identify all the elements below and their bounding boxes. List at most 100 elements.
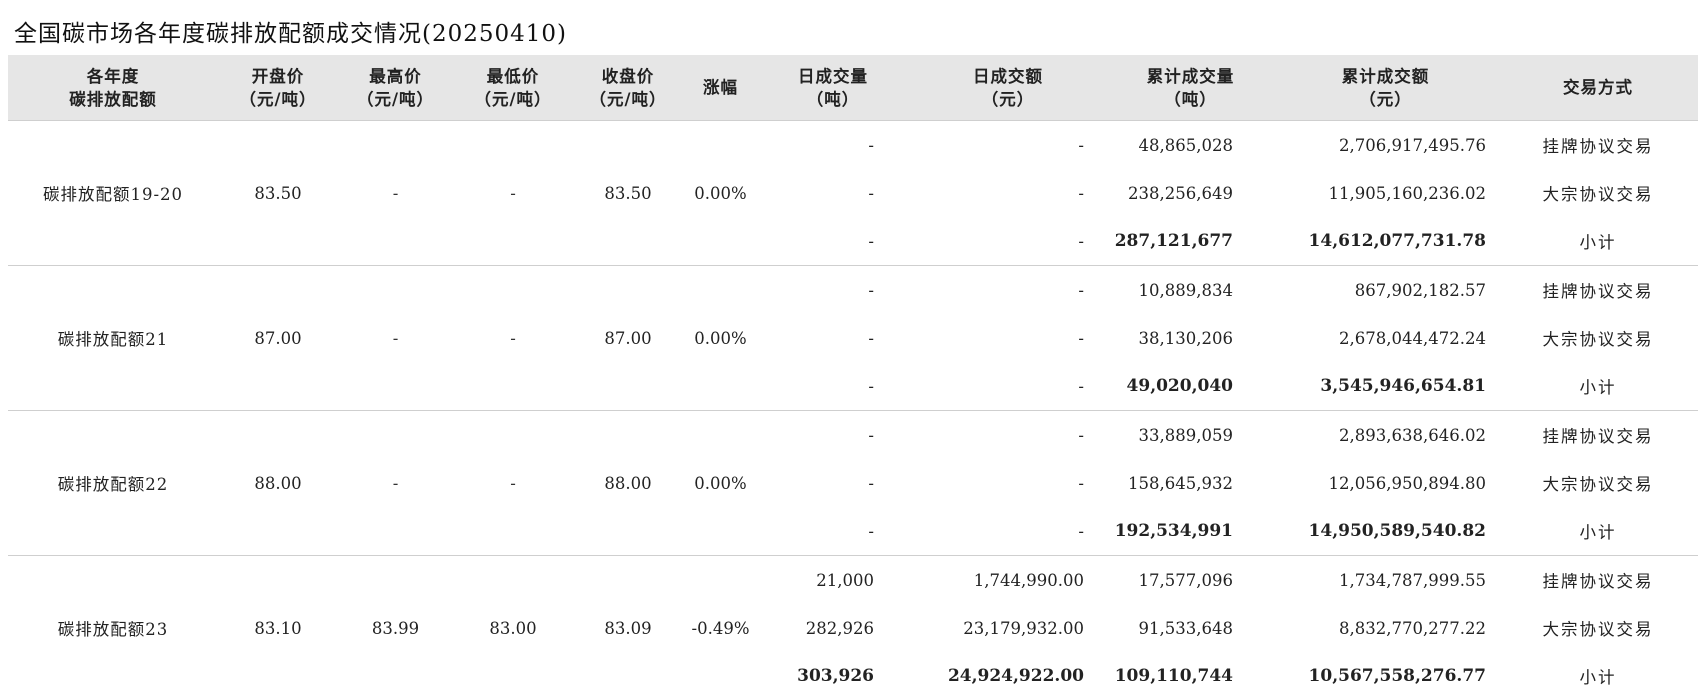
- daily-volume: -: [758, 121, 908, 170]
- open-price: 83.10: [218, 556, 338, 700]
- header-method: 交易方式: [1498, 55, 1698, 121]
- open-price: 87.00: [218, 266, 338, 411]
- open-price: 83.50: [218, 121, 338, 266]
- close-price: 83.50: [573, 121, 683, 266]
- header-cum-amount: 累计成交额（元）: [1273, 55, 1498, 121]
- cum-amount-subtotal: 14,612,077,731.78: [1273, 217, 1498, 266]
- trade-method: 挂牌协议交易: [1498, 411, 1698, 460]
- cum-volume: 91,533,648: [1108, 604, 1273, 652]
- cum-volume-subtotal: 109,110,744: [1108, 652, 1273, 700]
- header-close: 收盘价（元/吨）: [573, 55, 683, 121]
- price-change: 0.00%: [683, 266, 758, 411]
- high-price: -: [338, 121, 453, 266]
- cum-volume: 17,577,096: [1108, 556, 1273, 605]
- trade-method: 小计: [1498, 362, 1698, 411]
- daily-amount: -: [908, 411, 1108, 460]
- cum-volume: 238,256,649: [1108, 169, 1273, 217]
- daily-amount: -: [908, 266, 1108, 315]
- high-price: -: [338, 411, 453, 556]
- cum-amount: 2,706,917,495.76: [1273, 121, 1498, 170]
- cum-volume: 10,889,834: [1108, 266, 1273, 315]
- daily-volume: -: [758, 314, 908, 362]
- close-price: 87.00: [573, 266, 683, 411]
- trade-method: 大宗协议交易: [1498, 314, 1698, 362]
- trade-method: 小计: [1498, 217, 1698, 266]
- open-price: 88.00: [218, 411, 338, 556]
- cum-amount: 2,893,638,646.02: [1273, 411, 1498, 460]
- allowance-name: 碳排放配额19-20: [8, 121, 218, 266]
- header-daily-volume: 日成交量（吨）: [758, 55, 908, 121]
- cum-amount: 1,734,787,999.55: [1273, 556, 1498, 605]
- low-price: -: [453, 411, 573, 556]
- daily-amount: -: [908, 507, 1108, 556]
- daily-volume: -: [758, 411, 908, 460]
- daily-volume: -: [758, 459, 908, 507]
- header-low: 最低价（元/吨）: [453, 55, 573, 121]
- cum-volume-subtotal: 287,121,677: [1108, 217, 1273, 266]
- cum-volume: 48,865,028: [1108, 121, 1273, 170]
- daily-amount: -: [908, 459, 1108, 507]
- cum-volume: 158,645,932: [1108, 459, 1273, 507]
- daily-amount: -: [908, 314, 1108, 362]
- low-price: -: [453, 266, 573, 411]
- daily-volume: -: [758, 362, 908, 411]
- low-price: 83.00: [453, 556, 573, 700]
- carbon-trading-table: 各年度碳排放配额 开盘价（元/吨） 最高价（元/吨） 最低价（元/吨） 收盘价（…: [8, 55, 1698, 700]
- header-cum-volume: 累计成交量（吨）: [1108, 55, 1273, 121]
- header-allowance: 各年度碳排放配额: [8, 55, 218, 121]
- trade-method: 挂牌协议交易: [1498, 556, 1698, 605]
- low-price: -: [453, 121, 573, 266]
- trade-method: 小计: [1498, 507, 1698, 556]
- cum-amount-subtotal: 14,950,589,540.82: [1273, 507, 1498, 556]
- table-body: 碳排放配额19-20 83.50 - - 83.50 0.00% - - 48,…: [8, 121, 1698, 700]
- trade-method: 挂牌协议交易: [1498, 266, 1698, 315]
- table-row: 碳排放配额19-20 83.50 - - 83.50 0.00% - - 48,…: [8, 121, 1698, 170]
- allowance-name: 碳排放配额21: [8, 266, 218, 411]
- daily-amount: 23,179,932.00: [908, 604, 1108, 652]
- daily-volume: -: [758, 266, 908, 315]
- cum-volume-subtotal: 49,020,040: [1108, 362, 1273, 411]
- table-row: 碳排放配额21 87.00 - - 87.00 0.00% - - 10,889…: [8, 266, 1698, 315]
- table-header: 各年度碳排放配额 开盘价（元/吨） 最高价（元/吨） 最低价（元/吨） 收盘价（…: [8, 55, 1698, 121]
- cum-volume: 38,130,206: [1108, 314, 1273, 362]
- trade-method: 大宗协议交易: [1498, 604, 1698, 652]
- cum-amount: 2,678,044,472.24: [1273, 314, 1498, 362]
- daily-amount: -: [908, 362, 1108, 411]
- trade-method: 挂牌协议交易: [1498, 121, 1698, 170]
- high-price: -: [338, 266, 453, 411]
- close-price: 83.09: [573, 556, 683, 700]
- daily-volume: 21,000: [758, 556, 908, 605]
- cum-amount-subtotal: 3,545,946,654.81: [1273, 362, 1498, 411]
- high-price: 83.99: [338, 556, 453, 700]
- daily-volume: -: [758, 169, 908, 217]
- daily-amount: -: [908, 169, 1108, 217]
- header-open: 开盘价（元/吨）: [218, 55, 338, 121]
- table-row: 碳排放配额23 83.10 83.99 83.00 83.09 -0.49% 2…: [8, 556, 1698, 605]
- daily-amount: -: [908, 217, 1108, 266]
- cum-amount: 11,905,160,236.02: [1273, 169, 1498, 217]
- trade-method: 大宗协议交易: [1498, 169, 1698, 217]
- allowance-name: 碳排放配额22: [8, 411, 218, 556]
- daily-amount: 1,744,990.00: [908, 556, 1108, 605]
- daily-amount-subtotal: 24,924,922.00: [908, 652, 1108, 700]
- cum-volume-subtotal: 192,534,991: [1108, 507, 1273, 556]
- price-change: -0.49%: [683, 556, 758, 700]
- allowance-name: 碳排放配额23: [8, 556, 218, 700]
- cum-amount: 867,902,182.57: [1273, 266, 1498, 315]
- header-daily-amount: 日成交额（元）: [908, 55, 1108, 121]
- daily-volume: 282,926: [758, 604, 908, 652]
- price-change: 0.00%: [683, 121, 758, 266]
- trade-method: 小计: [1498, 652, 1698, 700]
- trade-method: 大宗协议交易: [1498, 459, 1698, 507]
- daily-volume: -: [758, 217, 908, 266]
- cum-volume: 33,889,059: [1108, 411, 1273, 460]
- page-title: 全国碳市场各年度碳排放配额成交情况(20250410): [14, 14, 567, 48]
- cum-amount: 8,832,770,277.22: [1273, 604, 1498, 652]
- daily-volume: -: [758, 507, 908, 556]
- price-change: 0.00%: [683, 411, 758, 556]
- header-change: 涨幅: [683, 55, 758, 121]
- table-row: 碳排放配额22 88.00 - - 88.00 0.00% - - 33,889…: [8, 411, 1698, 460]
- daily-volume-subtotal: 303,926: [758, 652, 908, 700]
- header-high: 最高价（元/吨）: [338, 55, 453, 121]
- cum-amount: 12,056,950,894.80: [1273, 459, 1498, 507]
